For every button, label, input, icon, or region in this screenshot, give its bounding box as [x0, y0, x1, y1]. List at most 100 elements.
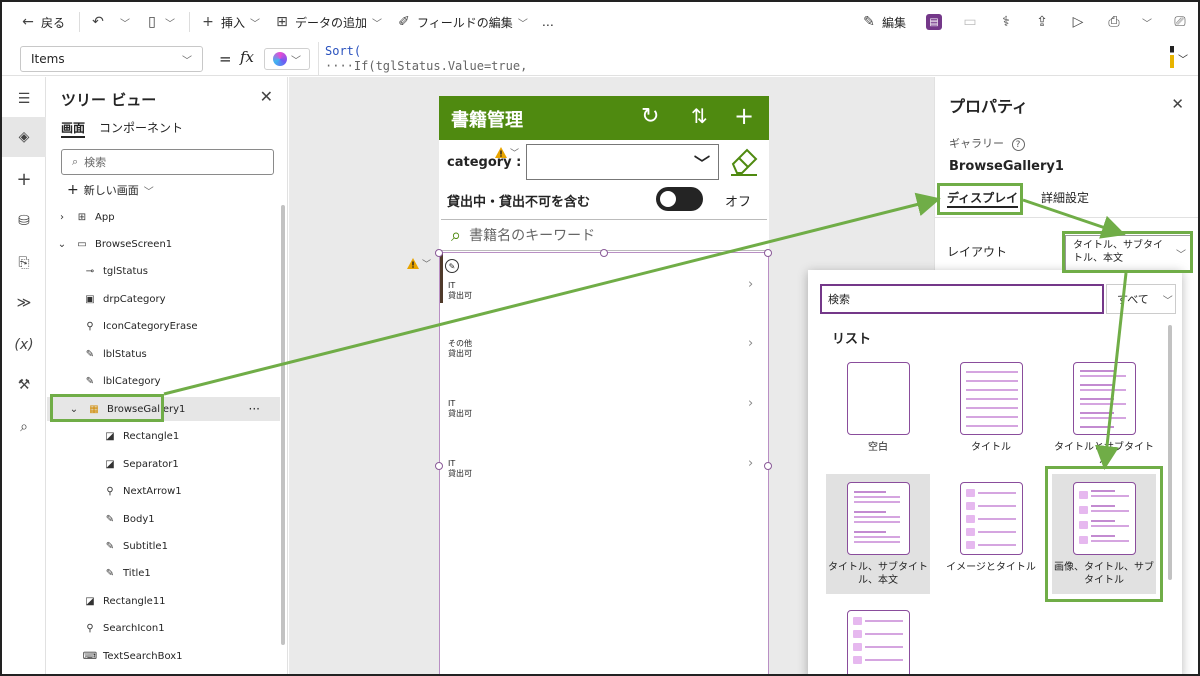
next-arrow-icon[interactable]: ›	[748, 396, 753, 411]
insert-button[interactable]: + 挿入 ﹀	[200, 14, 260, 31]
save-icon[interactable]: ⎙	[1106, 14, 1122, 30]
resize-handle[interactable]	[435, 249, 443, 257]
paste-button[interactable]: ▯ ﹀	[144, 14, 175, 30]
separator	[189, 12, 191, 32]
add-data-button[interactable]: ⊞ データの追加 ﹀	[274, 14, 382, 31]
selected-item-bar	[440, 253, 443, 303]
chevron-down-icon: ﹀	[693, 154, 710, 173]
tree-node-body1[interactable]: ✎ Body1	[47, 507, 280, 531]
layers-icon[interactable]: ◈	[14, 127, 34, 147]
tree-node-subtitle1[interactable]: ✎ Subtitle1	[47, 534, 280, 558]
layout-tile-more[interactable]	[826, 602, 930, 674]
next-arrow-icon[interactable]: ›	[748, 277, 753, 292]
property-dropdown[interactable]: Items ﹀	[20, 46, 203, 72]
tree-node-separator1[interactable]: ◪ Separator1	[47, 452, 280, 476]
undo-dropdown[interactable]: ﹀	[120, 15, 130, 30]
layout-search-input[interactable]: 検索	[820, 284, 1104, 314]
tab-screens[interactable]: 画面	[61, 119, 86, 138]
insert-icon[interactable]: +	[14, 169, 34, 190]
new-screen-button[interactable]: + 新しい画面 ﹀	[67, 182, 154, 198]
tree-search-input[interactable]: ⌕ 検索	[61, 149, 274, 175]
next-arrow-icon[interactable]: ›	[748, 456, 753, 471]
edit-fields-button[interactable]: ✐ フィールドの編集 ﹀	[396, 14, 528, 31]
add-icon[interactable]: +	[734, 102, 754, 130]
search-icon[interactable]: ⌕	[14, 417, 34, 437]
tree-node-drpcategory[interactable]: ▣ drpCategory	[47, 287, 280, 311]
tree-node-app[interactable]: › ⊞ App	[47, 205, 280, 229]
undo-button[interactable]: ↶	[90, 14, 106, 30]
variables-icon[interactable]: (x)	[14, 335, 34, 355]
share-icon[interactable]: ⇪	[1034, 14, 1050, 30]
more-options-button[interactable]: ···	[249, 402, 260, 416]
chevron-down-icon: ﹀	[291, 55, 301, 67]
tools-icon[interactable]: ⚒	[14, 375, 34, 395]
publish-icon[interactable]: ⎚	[1172, 14, 1188, 30]
layout-tile-image-title[interactable]: イメージとタイトル	[939, 474, 1043, 594]
refresh-icon[interactable]: ↻	[641, 104, 659, 129]
resize-handle[interactable]	[600, 249, 608, 257]
tree-node-textsearchbox1[interactable]: ⌨ TextSearchBox1	[47, 644, 280, 668]
screen-frame: ← 戻る ↶ ﹀ ▯ ﹀ + 挿入 ﹀ ⊞ データの追加 ﹀ ✐ フィールドの編…	[0, 0, 1200, 676]
stethoscope-icon[interactable]: ⚕	[998, 14, 1014, 30]
tree-node-iconcategoryerase[interactable]: ⚲ IconCategoryErase	[47, 314, 280, 338]
tree-node-lblstatus[interactable]: ✎ lblStatus	[47, 342, 280, 366]
browse-gallery[interactable]: ✎ IT 貸出可 › その他 貸出可 › IT 貸出可 › IT 貸出可 ›	[439, 252, 769, 674]
edit-button[interactable]: ✎ 編集	[861, 14, 906, 31]
chevron-down-icon: ﹀	[165, 18, 176, 30]
dropdown-icon: ▣	[85, 293, 95, 305]
tree-node-tglstatus[interactable]: ⊸ tglStatus	[47, 259, 280, 283]
chevron-down-icon[interactable]: ﹀	[1142, 15, 1152, 30]
back-button[interactable]: ← 戻る	[20, 14, 65, 31]
help-icon[interactable]: ?	[1011, 138, 1025, 151]
tab-components[interactable]: コンポーネント	[99, 119, 183, 136]
play-icon[interactable]: ▷	[1070, 14, 1086, 30]
formula-editor[interactable]: Sort( ····If(tglStatus.Value=true,	[318, 42, 1163, 76]
tree-node-title1[interactable]: ✎ Title1	[47, 561, 280, 585]
tree-node-searchicon1[interactable]: ⚲ SearchIcon1	[47, 616, 280, 640]
tree-node-nextarrow1[interactable]: ⚲ NextArrow1	[47, 479, 280, 503]
category-dropdown[interactable]: ﹀	[526, 144, 719, 180]
gallery-item[interactable]: IT 貸出可	[448, 281, 472, 301]
tree-scrollbar[interactable]	[281, 205, 285, 645]
hamburger-icon[interactable]: ☰	[14, 89, 34, 109]
copilot-button[interactable]: ﹀	[264, 48, 310, 70]
expand-formula-icon[interactable]: ﹀	[1178, 51, 1188, 66]
layout-tile-blank[interactable]: 空白	[826, 354, 930, 474]
database-icon[interactable]: ⛁	[14, 211, 34, 231]
tree-node-rectangle1[interactable]: ◪ Rectangle1	[47, 424, 280, 448]
layout-tile-title-subtitle[interactable]: タイトルとサブタイトル	[1052, 354, 1156, 474]
more-button[interactable]: …	[542, 15, 554, 29]
tree-node-lblcategory[interactable]: ✎ lblCategory	[47, 369, 280, 393]
sort-icon[interactable]: ⇅	[691, 104, 708, 128]
layout-tile-title[interactable]: タイトル	[939, 354, 1043, 474]
next-arrow-icon[interactable]: ›	[748, 336, 753, 351]
tree-node-rectangle11[interactable]: ◪ Rectangle11	[47, 589, 280, 613]
close-icon[interactable]: ✕	[260, 87, 273, 106]
resize-handle[interactable]	[764, 462, 772, 470]
comment-icon[interactable]: ▭	[962, 14, 978, 30]
gallery-item[interactable]: IT 貸出可	[448, 399, 472, 419]
edit-icon[interactable]: ✎	[445, 259, 459, 273]
copilot-pane-icon[interactable]: ▤	[926, 14, 942, 30]
close-icon[interactable]: ✕	[1171, 95, 1184, 113]
app-icon: ⊞	[77, 211, 87, 223]
layout-filter-dropdown[interactable]: すべて ﹀	[1106, 284, 1176, 314]
status-toggle[interactable]	[656, 187, 703, 211]
flyout-scrollbar[interactable]	[1168, 325, 1172, 580]
resize-handle[interactable]	[435, 462, 443, 470]
tree-node-browsescreen1[interactable]: ⌄ ▭ BrowseScreen1	[47, 232, 280, 256]
tab-advanced[interactable]: 詳細設定	[1041, 189, 1089, 206]
gallery-item[interactable]: IT 貸出可	[448, 459, 472, 479]
media-icon[interactable]: ⎘	[14, 253, 34, 273]
resize-handle[interactable]	[764, 249, 772, 257]
chevron-down-icon: ﹀	[510, 149, 520, 159]
layout-thumbnail	[846, 482, 910, 555]
app-header: 書籍管理 ↻ ⇅ +	[439, 96, 769, 140]
textbox-icon: ⌨	[82, 650, 98, 662]
layout-tile-title-subtitle-body[interactable]: タイトル、サブタイトル、本文	[826, 474, 930, 594]
power-automate-icon[interactable]: ≫	[14, 293, 34, 313]
book-search-input[interactable]: ⌕ 書籍名のキーワード	[441, 219, 767, 251]
eraser-icon[interactable]	[727, 144, 761, 178]
field-edit-icon: ✐	[398, 14, 410, 30]
gallery-item[interactable]: その他 貸出可	[448, 339, 472, 359]
